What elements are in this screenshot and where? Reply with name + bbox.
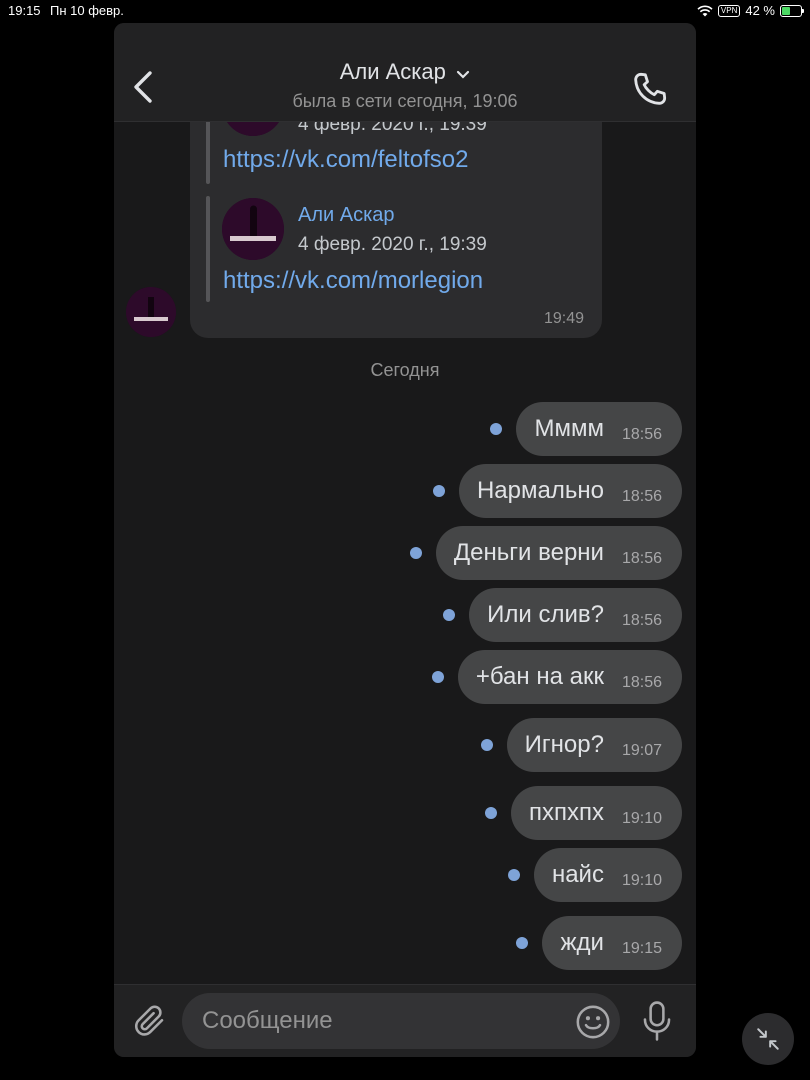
message-time: 18:56 — [621, 488, 662, 505]
message-text: жди — [560, 929, 604, 956]
outgoing-message-bubble[interactable]: Или слив? 18:56 — [469, 588, 682, 642]
chat-title: Али Аскар — [339, 59, 446, 84]
battery-level — [782, 6, 790, 15]
outgoing-message-bubble[interactable]: Деньги верни 18:56 — [435, 526, 682, 580]
message-time: 18:56 — [621, 612, 662, 629]
outgoing-message-bubble[interactable]: жди 19:15 — [542, 916, 682, 970]
message-text: Или слив? — [487, 601, 604, 628]
forward-sender-name[interactable]: Али Аскар — [298, 204, 395, 227]
status-right: VPN 42 % — [697, 3, 804, 18]
chevron-down-icon — [457, 70, 470, 79]
emoji-button[interactable] — [574, 1003, 612, 1041]
list-item[interactable]: Деньги верни 18:56 — [409, 526, 682, 580]
screen: 19:15 Пн 10 февр. VPN 42 % Али Аскар был… — [0, 0, 810, 1080]
forward-date: 4 февр. 2020 г., 19:39 — [298, 234, 487, 255]
outgoing-message-bubble[interactable]: Нармально 18:56 — [458, 464, 682, 518]
attach-button[interactable] — [132, 1003, 168, 1039]
outgoing-message-bubble[interactable]: Мммм 18:56 — [516, 402, 682, 456]
forward-quote-bar — [206, 122, 210, 184]
message-text: Мммм — [534, 415, 604, 442]
status-date: Пн 10 февр. — [50, 3, 124, 18]
voice-message-button[interactable] — [640, 999, 674, 1043]
message-text: найс — [551, 861, 604, 888]
microphone-icon — [643, 1001, 671, 1041]
list-item[interactable]: Мммм 18:56 — [490, 402, 682, 456]
minimize-arrows-icon — [757, 1028, 779, 1050]
message-input[interactable] — [182, 993, 620, 1049]
list-item[interactable]: Нармально 18:56 — [432, 464, 682, 518]
incoming-message-bubble[interactable]: 4 февр. 2020 г., 19:39 https://vk.com/fe… — [190, 122, 602, 338]
message-text: Нармально — [476, 477, 604, 504]
message-text: +бан на акк — [475, 663, 604, 690]
outgoing-message-bubble[interactable]: Игнор? 19:07 — [506, 718, 682, 772]
outgoing-message-bubble[interactable]: найс 19:10 — [533, 848, 682, 902]
list-item[interactable]: Или слив? 18:56 — [443, 588, 682, 642]
outgoing-message-bubble[interactable]: пхпхпх 19:10 — [510, 786, 682, 840]
vpn-badge: VPN — [717, 4, 741, 17]
message-time: 18:56 — [621, 426, 662, 443]
message-time: 18:56 — [621, 674, 662, 691]
forward-quote-bar — [206, 196, 210, 302]
message-time: 19:07 — [621, 742, 662, 759]
message-text: Игнор? — [524, 731, 604, 758]
list-item[interactable]: пхпхпх 19:10 — [484, 786, 682, 840]
chat-window: Али Аскар была в сети сегодня, 19:06 4 ф… — [114, 23, 696, 1057]
message-time: 19:15 — [621, 940, 662, 957]
forward-date: 4 февр. 2020 г., 19:39 — [298, 122, 487, 135]
forward-link[interactable]: https://vk.com/feltofso2 — [223, 146, 468, 174]
unread-dot — [507, 869, 520, 881]
message-time: 19:10 — [621, 810, 662, 827]
message-time: 18:56 — [621, 550, 662, 567]
chat-header: Али Аскар была в сети сегодня, 19:06 — [114, 23, 696, 122]
list-item[interactable]: Игнор? 19:07 — [480, 718, 682, 772]
message-time: 19:49 — [543, 310, 584, 327]
sender-avatar[interactable] — [126, 287, 176, 337]
message-composer — [114, 984, 696, 1057]
wifi-icon — [697, 5, 713, 16]
unread-dot — [431, 671, 444, 683]
message-list[interactable]: 4 февр. 2020 г., 19:39 https://vk.com/fe… — [114, 122, 696, 984]
avatar — [222, 122, 284, 136]
unread-dot — [480, 739, 493, 751]
chat-title-area[interactable]: Али Аскар — [114, 59, 696, 85]
smiley-icon — [576, 1005, 610, 1039]
message-time: 19:10 — [621, 872, 662, 889]
day-separator: Сегодня — [370, 360, 440, 380]
message-text: Деньги верни — [453, 539, 604, 566]
status-bar: 19:15 Пн 10 февр. VPN 42 % — [0, 0, 810, 22]
unread-dot — [443, 609, 456, 621]
list-item[interactable]: +бан на акк 18:56 — [431, 650, 682, 704]
list-item[interactable]: найс 19:10 — [507, 848, 682, 902]
unread-dot — [432, 485, 445, 497]
unread-dot — [409, 547, 422, 559]
call-button[interactable] — [630, 69, 670, 109]
outgoing-message-bubble[interactable]: +бан на акк 18:56 — [457, 650, 682, 704]
avatar[interactable] — [222, 198, 284, 260]
paperclip-icon — [134, 1005, 164, 1036]
message-text: пхпхпх — [528, 799, 604, 826]
unread-dot — [484, 807, 497, 819]
last-seen-status: была в сети сегодня, 19:06 — [292, 91, 518, 111]
minimize-button[interactable] — [742, 1013, 794, 1065]
battery-icon — [780, 4, 804, 17]
phone-icon — [634, 72, 667, 105]
list-item[interactable]: жди 19:15 — [516, 916, 682, 970]
battery-percent: 42 % — [745, 3, 775, 18]
unread-dot — [516, 937, 529, 949]
unread-dot — [490, 423, 503, 435]
status-time: 19:15 — [8, 3, 41, 18]
forward-link[interactable]: https://vk.com/morlegion — [223, 267, 483, 295]
